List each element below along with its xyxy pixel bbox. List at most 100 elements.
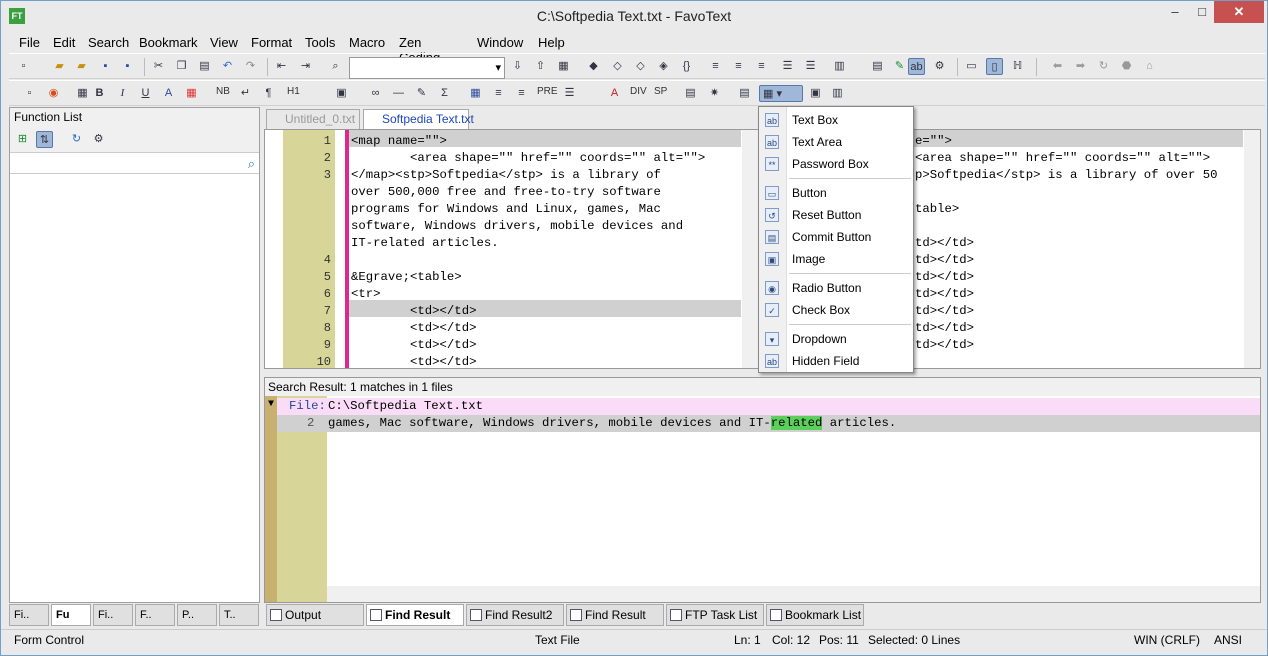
italic-icon[interactable]: I [114, 85, 131, 102]
tab-ftp-task-list[interactable]: FTP Task List [666, 604, 764, 626]
bookmark-clear-icon[interactable]: ◈ [655, 58, 672, 75]
wordwrap-icon[interactable]: ▤ [869, 58, 886, 75]
doc-icon[interactable]: ▫ [21, 85, 38, 102]
form-menu-item-password-box[interactable]: ** Password Box [759, 153, 913, 175]
open-folder-icon[interactable]: ▰ [51, 58, 68, 75]
form-menu-item-check-box[interactable]: ✓ Check Box [759, 299, 913, 321]
insert-image-icon[interactable]: ▣ [333, 85, 350, 102]
column-icon[interactable]: ▥ [831, 58, 848, 75]
left-tab-files[interactable]: Fi.. [9, 604, 49, 626]
left-tab-filelist[interactable]: Fi.. [93, 604, 133, 626]
copy-icon[interactable]: ❐ [173, 58, 190, 75]
close-button[interactable]: ✕ [1214, 1, 1264, 23]
menu-help[interactable]: Help [538, 35, 565, 50]
stop-icon[interactable]: ⬣ [1118, 58, 1135, 75]
editor-pane-left[interactable]: 1 <map name=""> 2 <area shape="" href="" c… [264, 129, 759, 369]
font-icon[interactable]: A [160, 85, 177, 102]
left-tab-functions[interactable]: Fu [51, 604, 91, 626]
bold-icon[interactable]: B [91, 85, 108, 102]
paste-icon[interactable]: ▤ [196, 58, 213, 75]
nobreak-label[interactable]: NB [216, 86, 230, 97]
find-next-icon[interactable]: ⇩ [509, 58, 526, 75]
menu-format[interactable]: Format [251, 35, 292, 50]
options-icon[interactable]: ⚙ [90, 131, 107, 148]
left-tab-ftp[interactable]: F.. [135, 604, 175, 626]
tree-icon[interactable]: ⊞ [14, 131, 31, 148]
link-icon[interactable]: ∞ [367, 85, 384, 102]
refresh-list-icon[interactable]: ↻ [68, 131, 85, 148]
div-label[interactable]: DIV [630, 86, 647, 97]
refresh-icon[interactable]: ↻ [1095, 58, 1112, 75]
find-icon[interactable]: ⌕ [327, 58, 344, 75]
bookmark-toggle-icon[interactable]: ◆ [585, 58, 602, 75]
table-icon[interactable]: ▦ [467, 85, 484, 102]
home-icon[interactable]: ⌂ [1141, 58, 1158, 75]
save-icon[interactable]: ▪ [97, 58, 114, 75]
underline-icon[interactable]: U [137, 85, 154, 102]
menu-file[interactable]: File [19, 35, 40, 50]
palette-icon[interactable]: ▦ [183, 85, 200, 102]
bookmark-next-icon[interactable]: ◇ [609, 58, 626, 75]
hr-icon[interactable]: — [390, 85, 407, 102]
menu-bookmark[interactable]: Bookmark [139, 35, 198, 50]
form-menu-item-reset-button[interactable]: ↺ Reset Button [759, 204, 913, 226]
chrome-icon[interactable]: ◉ [45, 85, 62, 102]
indent-right-icon[interactable]: ⇥ [297, 58, 314, 75]
paragraph-icon[interactable]: ¶ [260, 85, 277, 102]
search-icon[interactable]: ⌕ [248, 156, 255, 172]
vertical-scrollbar[interactable] [742, 130, 758, 368]
font-color-icon[interactable]: A [606, 85, 623, 102]
indent-left-icon[interactable]: ⇤ [273, 58, 290, 75]
menu-edit[interactable]: Edit [53, 35, 75, 50]
settings-gear-icon[interactable]: ⚙ [931, 58, 948, 75]
tab-untitled[interactable]: Untitled_0.txt [266, 109, 360, 129]
style-icon[interactable]: ✷ [706, 85, 723, 102]
span-label[interactable]: SP [654, 86, 667, 97]
menu-tools[interactable]: Tools [305, 35, 335, 50]
find-prev-icon[interactable]: ⇧ [532, 58, 549, 75]
vertical-scrollbar[interactable] [1244, 130, 1260, 368]
search-file-row[interactable]: ▼ File: C:\Softpedia Text.txt [268, 398, 1260, 415]
form-icon[interactable]: ▤ [736, 85, 753, 102]
maximize-button[interactable]: □ [1187, 1, 1217, 23]
form-menu-item-text-area[interactable]: ab Text Area [759, 131, 913, 153]
redo-icon[interactable]: ↷ [242, 58, 259, 75]
search-combo[interactable] [349, 57, 505, 79]
left-tab-project[interactable]: P.. [177, 604, 217, 626]
form-menu-item-radio-button[interactable]: ◉ Radio Button [759, 277, 913, 299]
back-arrow-icon[interactable]: ⬅ [1049, 58, 1066, 75]
tab-output[interactable]: Output [266, 604, 364, 626]
form-menu-item-dropdown[interactable]: ▾ Dropdown [759, 328, 913, 350]
align-left-icon[interactable]: ≡ [707, 58, 724, 75]
undo-icon[interactable]: ↶ [219, 58, 236, 75]
sort-icon[interactable]: ☰ [802, 58, 819, 75]
right-icon[interactable]: ≡ [513, 85, 530, 102]
left-tab-templates[interactable]: T.. [219, 604, 259, 626]
fold-icon[interactable]: ▼ [268, 399, 274, 410]
tab-find-result[interactable]: Find Result [366, 604, 464, 626]
center-icon[interactable]: ≡ [490, 85, 507, 102]
new-file-icon[interactable]: ▫ [15, 58, 32, 75]
align-center-icon[interactable]: ≡ [730, 58, 747, 75]
color-icon[interactable]: ▦ [74, 85, 91, 102]
align-right-icon[interactable]: ≡ [753, 58, 770, 75]
spellcheck-icon[interactable]: ab [908, 58, 925, 75]
list-icon[interactable]: ☰ [779, 58, 796, 75]
braces-icon[interactable]: {} [678, 58, 695, 75]
editor-pane-right[interactable]: e=""> <area shape="" href="" coords="" al… [913, 129, 1261, 369]
tab-find-result2[interactable]: Find Result2 [466, 604, 564, 626]
bullets-icon[interactable]: ☰ [561, 85, 578, 102]
tab-softpedia-text[interactable]: Softpedia Text.txt [363, 109, 474, 129]
pre-label[interactable]: PRE [537, 86, 558, 97]
find-files-icon[interactable]: ▦ [555, 58, 572, 75]
view-normal-icon[interactable]: ▭ [963, 58, 980, 75]
function-search-input[interactable] [10, 152, 259, 174]
linebreak-icon[interactable]: ↵ [237, 85, 254, 102]
menu-search[interactable]: Search [88, 35, 129, 50]
form-menu-item-hidden-field[interactable]: ab Hidden Field [759, 350, 913, 372]
cut-icon[interactable]: ✂ [150, 58, 167, 75]
spell-icon[interactable]: ✎ [891, 58, 908, 75]
save-all-icon[interactable]: ▪ [119, 58, 136, 75]
view-italic-icon[interactable]: ℍ [1009, 58, 1026, 75]
heading-label[interactable]: H1 [287, 86, 300, 97]
